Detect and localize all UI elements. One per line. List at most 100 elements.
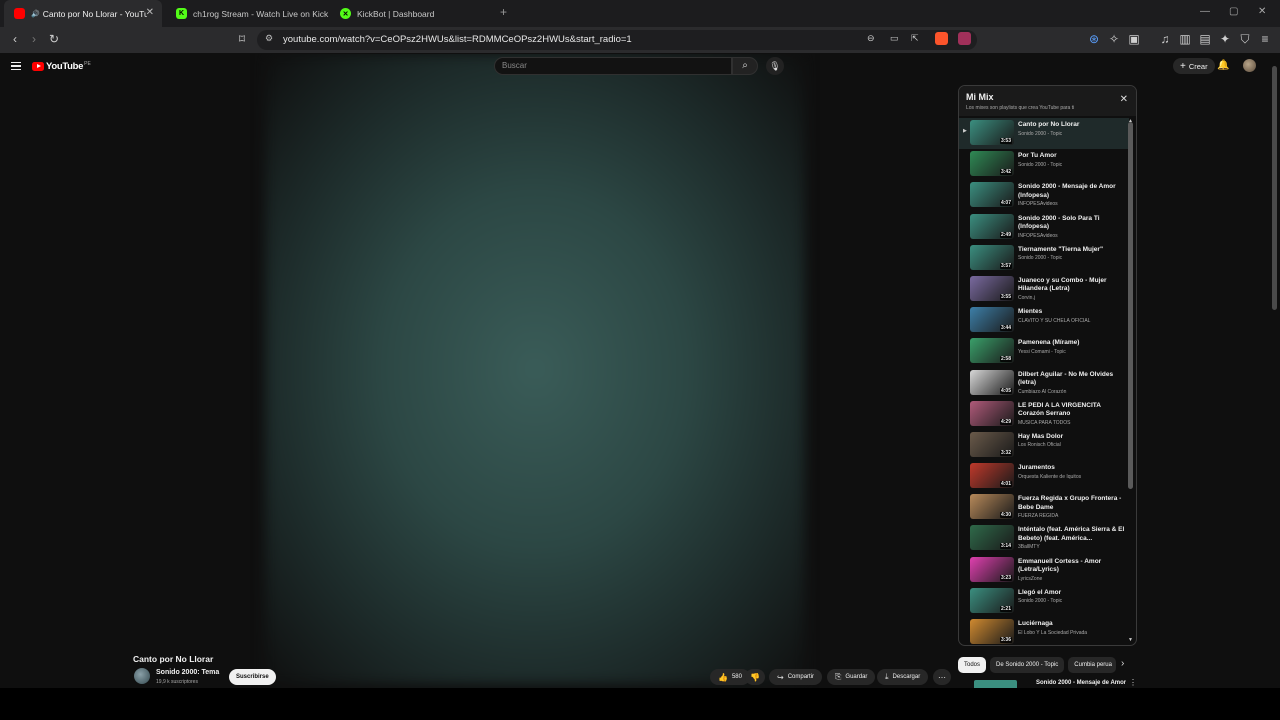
translate-icon[interactable]: ⊛ [1087, 32, 1101, 46]
mix-item[interactable]: 3:32 Hay Mas Dolor Los Ronisch Oficial [959, 430, 1129, 461]
video-player[interactable] [265, 54, 805, 684]
minimize-icon[interactable]: — [1200, 6, 1210, 17]
thumbs-down-icon: 👎 [750, 672, 760, 682]
duration-badge: 3:57 [999, 262, 1012, 269]
mix-item-channel: Los Ronisch Oficial [1018, 442, 1061, 449]
mix-item[interactable]: 4:01 Juramentos Orquesta Kaliente de Iquit… [959, 461, 1129, 492]
mix-item[interactable]: 3:14 Inténtalo (feat. América Sierra & El… [959, 523, 1129, 554]
thumbs-up-icon: 👍 [718, 672, 728, 682]
bookmark-icon[interactable]: ⌑ [235, 32, 249, 46]
save-button[interactable]: ⎘ Guardar [827, 669, 876, 685]
video-thumbnail: 3:32 [970, 431, 1014, 457]
tab-youtube[interactable]: 🔊 Canto por No Llorar - YouTube ✕ [4, 0, 162, 27]
filter-chips: Todos De Sonido 2000 - Topic Cumbia peru… [958, 657, 1117, 673]
chip-channel[interactable]: De Sonido 2000 - Topic [990, 657, 1065, 673]
cast-icon[interactable]: ▭ [890, 33, 899, 44]
mix-item[interactable]: ▶ 3:53 Canto por No Llorar Sonido 2000 - To… [959, 118, 1129, 150]
leo-ai-icon[interactable]: ✦ [1218, 32, 1232, 46]
mix-item[interactable]: 3:42 Por Tu Amor Sonido 2000 - Topic [959, 149, 1129, 180]
recommendation-thumbnail[interactable] [974, 680, 1017, 688]
sidebar-icon[interactable]: ▥ [1178, 32, 1192, 46]
mix-item[interactable]: 3:57 Tiernamente "Tierna Mujer" Sonido 200… [959, 243, 1129, 274]
extensions-icon[interactable]: ✧ [1107, 32, 1121, 46]
duration-badge: 4:30 [999, 512, 1012, 519]
search-icon: ⌕ [742, 60, 748, 71]
mix-item[interactable]: 2:21 Llegó el Amor Sonido 2000 - Topic [959, 586, 1129, 617]
tab-kickbot[interactable]: ✕ KickBot | Dashboard [330, 0, 490, 27]
close-icon[interactable]: ✕ [1120, 94, 1128, 105]
chevron-right-icon[interactable]: › [1121, 658, 1124, 669]
mix-item-title: Inténtalo (feat. América Sierra & El Beb… [1018, 526, 1125, 542]
share-arrow-icon: ↪ [777, 672, 784, 682]
mix-item[interactable]: 4:05 Dilbert Aguilar - No Me Olvides (let… [959, 368, 1129, 399]
mix-item[interactable]: 4:29 LE PEDI A LA VIRGENCITA Corazón Serr… [959, 399, 1129, 430]
dislike-button[interactable]: 👎 [745, 669, 765, 685]
mix-item[interactable]: 3:55 Juaneco y su Combo - Mujer Hilandera… [959, 274, 1129, 305]
page-scrollbar[interactable] [1272, 66, 1277, 310]
media-icon[interactable]: ♫ [1158, 32, 1172, 46]
video-thumbnail: 4:05 [970, 369, 1014, 395]
site-info-icon[interactable]: ⚙ [265, 33, 273, 44]
search-button[interactable]: ⌕ [732, 57, 758, 75]
tab-kick[interactable]: K ch1rog Stream - Watch Live on Kick [166, 0, 329, 27]
brave-shields-icon[interactable] [935, 32, 948, 45]
channel-name[interactable]: Sonido 2000: Tema [156, 669, 219, 676]
menu-icon[interactable]: ≡ [1258, 32, 1272, 46]
reload-icon[interactable]: ↻ [47, 32, 61, 46]
taskbar-area [0, 688, 1280, 720]
voice-search-button[interactable]: 🎙 [766, 57, 784, 75]
brave-rewards-icon[interactable] [958, 32, 971, 45]
duration-badge: 3:44 [999, 325, 1012, 332]
video-title: Canto por No Llorar [133, 654, 214, 664]
window-close-icon[interactable]: ✕ [1258, 6, 1266, 17]
mix-item[interactable]: 3:36 Luciérnaga El Lobo Y La Sociedad Priv… [959, 617, 1129, 645]
create-button[interactable]: + Crear [1173, 58, 1215, 74]
mix-item-title: Por Tu Amor [1018, 152, 1057, 160]
address-bar[interactable]: ⚙ youtube.com/watch?v=CeOPsz2HWUs&list=R… [257, 30, 977, 50]
download-button[interactable]: ⤓ Descargar [877, 669, 929, 685]
channel-avatar[interactable] [134, 668, 150, 684]
back-icon[interactable]: ‹ [8, 32, 22, 46]
scroll-down-icon[interactable]: ▼ [1128, 637, 1133, 643]
youtube-logo[interactable]: YouTube PE [32, 61, 91, 72]
search-input[interactable]: Buscar [494, 57, 732, 75]
vpn-shield-icon[interactable]: ⛉ [1238, 32, 1252, 46]
close-tab-icon[interactable]: ✕ [146, 7, 154, 18]
mix-item[interactable]: 3:23 Emmanuell Cortess - Amor (Letra/Lyri… [959, 555, 1129, 586]
chip-cumbia[interactable]: Cumbia perua [1068, 657, 1117, 673]
guide-menu-icon[interactable] [11, 62, 21, 70]
chip-todos[interactable]: Todos [958, 657, 987, 673]
tab-title: ch1rog Stream - Watch Live on Kick [193, 8, 329, 19]
kickbot-icon: ✕ [340, 8, 351, 19]
subscribe-button[interactable]: Suscribirse [229, 669, 276, 685]
maximize-icon[interactable]: ▢ [1229, 6, 1238, 17]
new-tab-button[interactable]: + [500, 5, 507, 19]
forward-icon[interactable]: › [27, 32, 41, 46]
share-icon[interactable]: ⇱ [911, 33, 919, 44]
now-playing-icon: ▶ [963, 128, 967, 134]
recommendation-title[interactable]: Sonido 2000 - Mensaje de Amor [1036, 680, 1126, 686]
more-vert-icon[interactable]: ⋮ [1129, 678, 1137, 687]
mix-scrollbar[interactable] [1128, 122, 1133, 489]
avatar[interactable] [1243, 59, 1256, 72]
mix-item[interactable]: 4:30 Fuerza Regida x Grupo Frontera - Beb… [959, 492, 1129, 523]
notifications-icon[interactable]: 🔔 [1217, 60, 1229, 71]
mix-title: Mi Mix [966, 92, 994, 102]
save-icon: ⎘ [835, 672, 842, 681]
mix-item-channel: FUERZA REGIDA [1018, 513, 1059, 520]
video-thumbnail: 2:49 [970, 213, 1014, 239]
share-button[interactable]: ↪ Compartir [769, 669, 823, 685]
like-button[interactable]: 👍 580 [710, 669, 750, 685]
duration-badge: 3:42 [999, 169, 1012, 176]
screenshot-icon[interactable]: ▣ [1127, 32, 1141, 46]
mix-item-channel: LyricsZone [1018, 575, 1043, 582]
mix-item[interactable]: 4:07 Sonido 2000 - Mensaje de Amor (Infop… [959, 180, 1129, 211]
mix-item[interactable]: 2:49 Sonido 2000 - Solo Para Ti (Infopesa… [959, 212, 1129, 243]
mix-item[interactable]: 2:58 Pamenena (Mírame) Yessi Comami - Topi… [959, 336, 1129, 367]
zoom-icon[interactable]: ⊖ [867, 33, 875, 44]
wallet-icon[interactable]: ▤ [1198, 32, 1212, 46]
speaker-icon: 🔊 [31, 10, 40, 18]
mix-item[interactable]: 3:44 Mientes CLAVITO Y SU CHELA OFICIAL [959, 305, 1129, 336]
mix-list: ▶ 3:53 Canto por No Llorar Sonido 2000 - To… [959, 118, 1129, 645]
more-actions-button[interactable]: ⋯ [933, 669, 951, 685]
